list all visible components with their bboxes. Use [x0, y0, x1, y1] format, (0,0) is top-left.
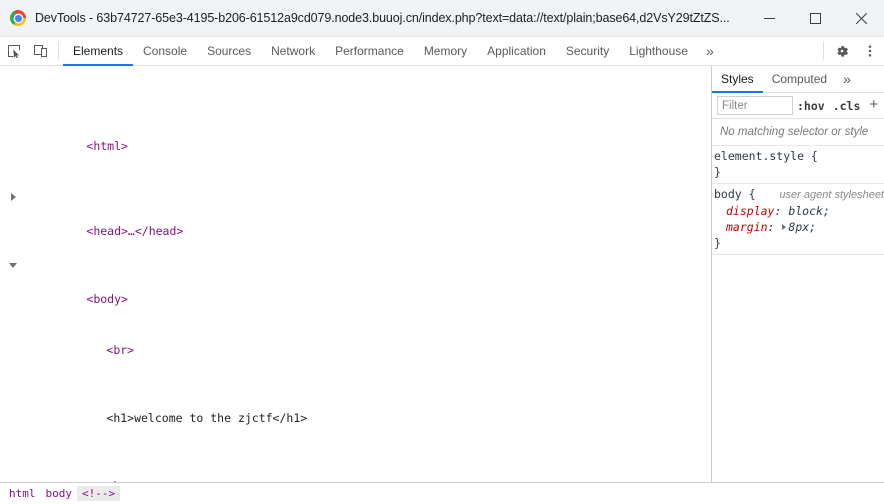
rule-selector[interactable]: body {: [714, 186, 756, 202]
maximize-button[interactable]: [792, 0, 838, 36]
elements-dom-tree-pane[interactable]: <html> <head>…</head> <body> <br> <h1>we…: [0, 66, 712, 482]
dom-node-label: <br>: [106, 343, 135, 357]
user-agent-stylesheet-label: user agent stylesheet: [779, 189, 884, 201]
dom-node-head[interactable]: <head>…</head>: [0, 189, 711, 238]
dom-node-label: <h1>welcome to the zjctf</h1>: [106, 411, 308, 425]
tab-memory[interactable]: Memory: [414, 37, 477, 66]
tab-sources[interactable]: Sources: [197, 37, 261, 66]
inspect-element-icon[interactable]: [0, 37, 27, 65]
tab-label: Performance: [335, 43, 404, 58]
css-property-display[interactable]: display: block;: [714, 203, 884, 219]
device-toolbar-icon[interactable]: [27, 37, 54, 65]
styles-sidebar-tabs: Styles Computed »: [712, 66, 884, 93]
chevron-right-icon[interactable]: [782, 224, 787, 230]
window-title: DevTools - 63b74727-65e3-4195-b206-61512…: [35, 11, 730, 25]
tab-label: Memory: [423, 43, 468, 58]
tab-lighthouse[interactable]: Lighthouse: [619, 37, 698, 66]
toggle-hover-state-button[interactable]: :hov: [793, 99, 829, 113]
minimize-button[interactable]: [746, 0, 792, 36]
toggle-class-button[interactable]: .cls: [829, 99, 865, 113]
chrome-logo-icon: [10, 10, 26, 26]
dom-node-br-2[interactable]: <br>: [0, 461, 711, 482]
rule-user-agent-body[interactable]: body { user agent stylesheet display: bl…: [712, 184, 884, 255]
window-controls: [746, 0, 884, 36]
tab-computed[interactable]: Computed: [763, 66, 836, 93]
filter-placeholder: Filter: [722, 99, 748, 112]
toolbar-divider-right: [823, 42, 824, 60]
styles-rules-list: No matching selector or style element.st…: [712, 119, 884, 482]
rule-element-style[interactable]: element.style { }: [712, 146, 884, 184]
styles-tabs-overflow-button[interactable]: »: [836, 66, 858, 93]
styles-filter-toolbar: Filter :hov .cls +: [712, 93, 884, 119]
rule-close-brace: }: [714, 165, 721, 179]
tabs-overflow-button[interactable]: »: [698, 37, 722, 66]
tab-label: Sources: [207, 43, 252, 58]
chevron-right-icon[interactable]: [11, 193, 16, 201]
tab-network[interactable]: Network: [261, 37, 325, 66]
dom-node-html-open[interactable]: <html>: [0, 121, 711, 153]
chevron-down-icon[interactable]: [9, 263, 17, 268]
tab-label: Lighthouse: [629, 43, 688, 58]
tab-label: Elements: [73, 43, 124, 58]
toolbar-divider: [58, 42, 59, 60]
devtools-tabstrip: Elements Console Sources Network Perform…: [0, 37, 884, 66]
rule-selector[interactable]: element.style {: [714, 148, 884, 164]
styles-sidebar: Styles Computed » Filter :hov .cls + No …: [712, 66, 884, 482]
tab-security[interactable]: Security: [556, 37, 619, 66]
breadcrumb-item-html[interactable]: html: [4, 486, 41, 501]
tab-styles[interactable]: Styles: [712, 66, 763, 93]
dom-node-label: <html>: [86, 139, 128, 153]
tabstrip-right-actions: [819, 37, 884, 65]
breadcrumb-item-comment[interactable]: <!-->: [77, 486, 121, 501]
dom-node-label: <br>: [65, 479, 134, 482]
tab-label: Styles: [721, 71, 754, 86]
breadcrumb-item-body[interactable]: body: [41, 486, 78, 501]
dom-node-label: <body>: [86, 292, 128, 306]
kebab-menu-icon[interactable]: [856, 37, 884, 65]
tab-label: Network: [271, 43, 316, 58]
tab-label: Computed: [771, 71, 828, 86]
dom-node-body-open[interactable]: <body>: [0, 257, 711, 306]
tab-elements[interactable]: Elements: [63, 37, 134, 66]
tab-label: Security: [565, 43, 610, 58]
rule-selector-row: body { user agent stylesheet: [714, 186, 884, 203]
tab-label: Application: [487, 43, 546, 58]
tab-application[interactable]: Application: [477, 37, 556, 66]
dom-node-h1[interactable]: <h1>welcome to the zjctf</h1>: [0, 393, 711, 425]
styles-filter-input[interactable]: Filter: [717, 96, 793, 115]
devtools-main: <html> <head>…</head> <body> <br> <h1>we…: [0, 66, 884, 482]
dom-node-br-1[interactable]: <br>: [0, 325, 711, 357]
dom-node-label: <head>…</head>: [86, 224, 184, 238]
dom-tree: <html> <head>…</head> <body> <br> <h1>we…: [0, 66, 711, 482]
dom-breadcrumb: html body <!-->: [0, 482, 884, 504]
tab-performance[interactable]: Performance: [325, 37, 414, 66]
tab-console[interactable]: Console: [133, 37, 197, 66]
css-property-margin[interactable]: margin: 8px;: [714, 219, 884, 235]
window-titlebar: DevTools - 63b74727-65e3-4195-b206-61512…: [0, 0, 884, 37]
panel-tabs: Elements Console Sources Network Perform…: [63, 37, 819, 66]
rule-close-brace: }: [714, 236, 721, 250]
no-matching-selector-message: No matching selector or style: [712, 119, 884, 146]
close-button[interactable]: [838, 0, 884, 36]
gear-icon[interactable]: [828, 37, 856, 65]
new-style-rule-button[interactable]: +: [864, 97, 883, 114]
tab-label: Console: [143, 43, 188, 58]
